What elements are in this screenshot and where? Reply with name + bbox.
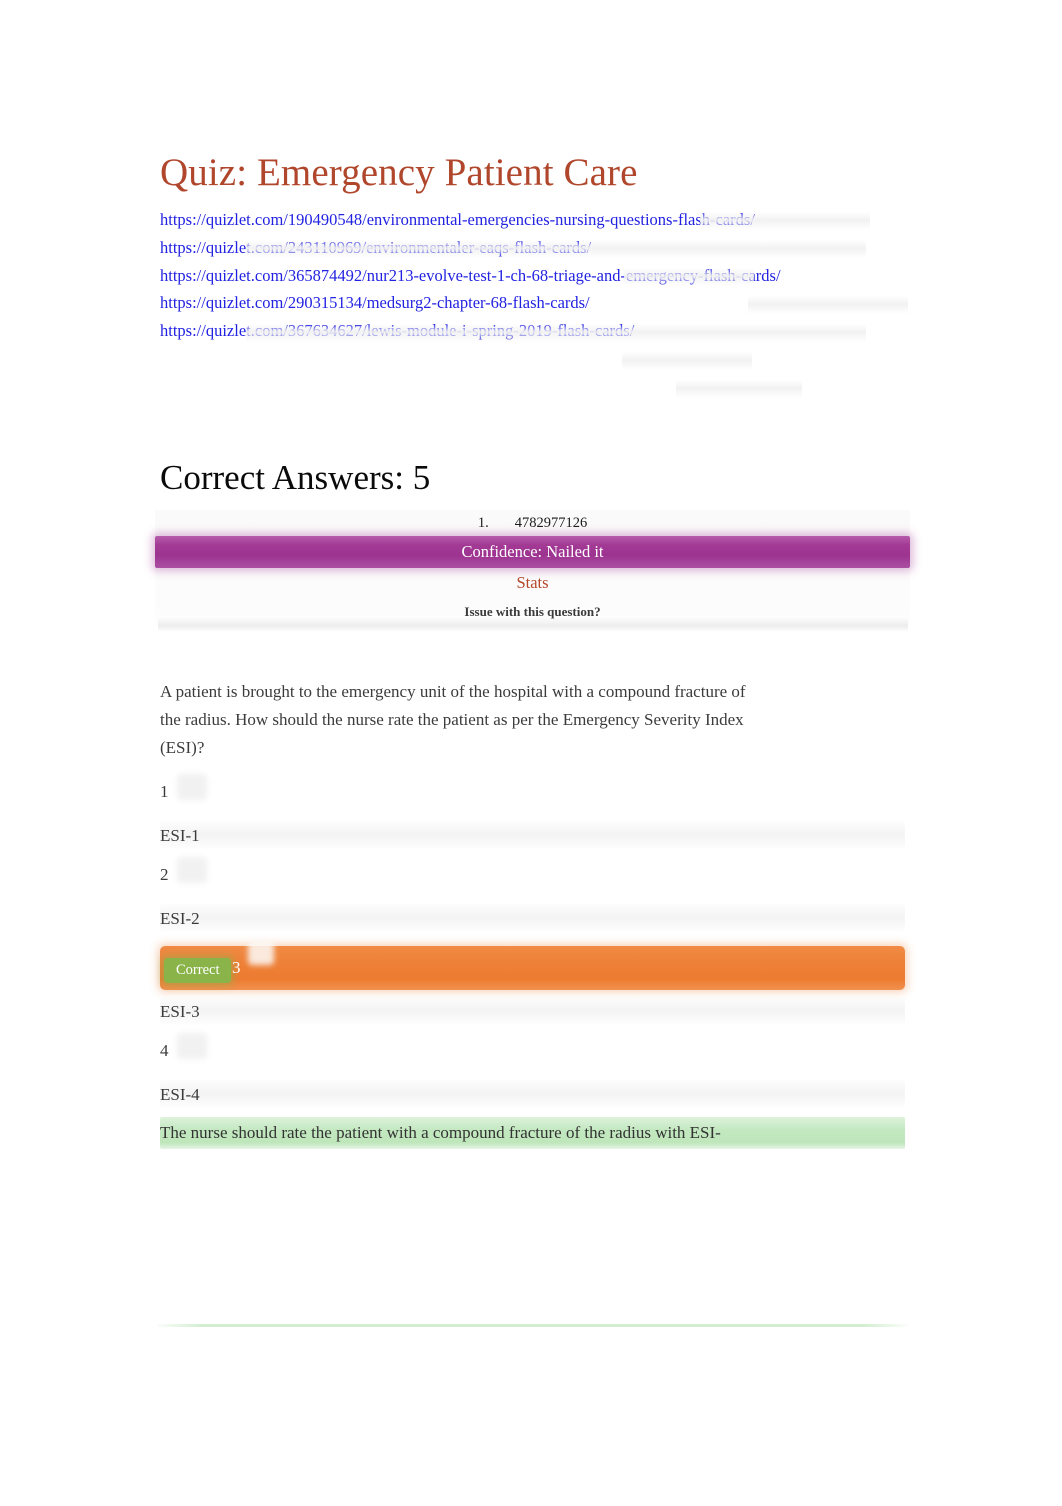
- option-number-4: 4: [160, 1041, 169, 1060]
- card-bottom-strip: [158, 618, 908, 632]
- quiz-page: Quiz: Emergency Patient Care https://qui…: [0, 0, 1062, 1506]
- source-link-1[interactable]: https://quizlet.com/190490548/environmen…: [160, 206, 912, 234]
- option-number-1: 1: [160, 782, 169, 801]
- question-index: 1.: [477, 515, 489, 531]
- source-link-3[interactable]: https://quizlet.com/365874492/nur213-evo…: [160, 262, 912, 290]
- option-label-esi-2: ESI-2: [160, 909, 200, 928]
- source-link-5[interactable]: https://quizlet.com/367634627/lewis-modu…: [160, 317, 912, 345]
- option-number-row[interactable]: 2: [160, 857, 912, 900]
- source-link-4[interactable]: https://quizlet.com/290315134/medsurg2-c…: [160, 289, 912, 317]
- artifact-smudge: [177, 857, 207, 883]
- report-issue-link[interactable]: Issue with this question?: [464, 604, 600, 619]
- option-row-esi-4[interactable]: ESI-4: [160, 1076, 912, 1117]
- correct-answer-value: 3: [232, 958, 241, 977]
- option-background: [160, 821, 905, 849]
- option-background: [160, 1080, 905, 1108]
- option-background: [160, 997, 905, 1025]
- option-row-esi-3[interactable]: ESI-3: [160, 993, 912, 1034]
- option-label-esi-1: ESI-1: [160, 826, 200, 845]
- rationale-text: The nurse should rate the patient with a…: [160, 1123, 721, 1142]
- question-text: A patient is brought to the emergency un…: [160, 682, 746, 758]
- artifact-smudge: [177, 774, 207, 800]
- options-list: 1 ESI-1 2 ESI-2 Correct 3 ESI-3 4 ESI-4 …: [160, 774, 912, 1157]
- artifact-smudge: [248, 941, 274, 965]
- option-number-row[interactable]: 1: [160, 774, 912, 817]
- footer-divider: [158, 1324, 908, 1327]
- artifact-smudge: [676, 380, 802, 398]
- option-number-2: 2: [160, 865, 169, 884]
- option-number-row[interactable]: 4: [160, 1033, 912, 1076]
- rationale-row: The nurse should rate the patient with a…: [160, 1117, 912, 1157]
- option-background: [160, 904, 905, 932]
- artifact-smudge: [622, 352, 752, 370]
- option-label-esi-4: ESI-4: [160, 1085, 200, 1104]
- correct-answers-heading: Correct Answers: 5: [160, 458, 431, 497]
- stats-row: Stats: [155, 568, 910, 598]
- confidence-label: Confidence: Nailed it: [461, 542, 604, 561]
- confidence-banner: Confidence: Nailed it: [155, 536, 910, 568]
- correct-answer-row[interactable]: Correct 3: [160, 941, 912, 993]
- stats-link[interactable]: Stats: [516, 573, 548, 592]
- status-badge: Correct: [164, 958, 232, 983]
- question-id-row: 1. 4782977126: [155, 510, 910, 536]
- source-link-2[interactable]: https://quizlet.com/243110969/environmen…: [160, 234, 912, 262]
- option-label-esi-3: ESI-3: [160, 1002, 200, 1021]
- option-row-esi-1[interactable]: ESI-1: [160, 817, 912, 858]
- page-title: Quiz: Emergency Patient Care: [160, 151, 638, 194]
- answer-card: 1. 4782977126 Confidence: Nailed it Stats…: [155, 510, 910, 632]
- option-row-esi-2[interactable]: ESI-2: [160, 900, 912, 941]
- source-link-list: https://quizlet.com/190490548/environmen…: [160, 206, 912, 345]
- question-id: 4782977126: [514, 515, 588, 531]
- artifact-smudge: [177, 1033, 207, 1059]
